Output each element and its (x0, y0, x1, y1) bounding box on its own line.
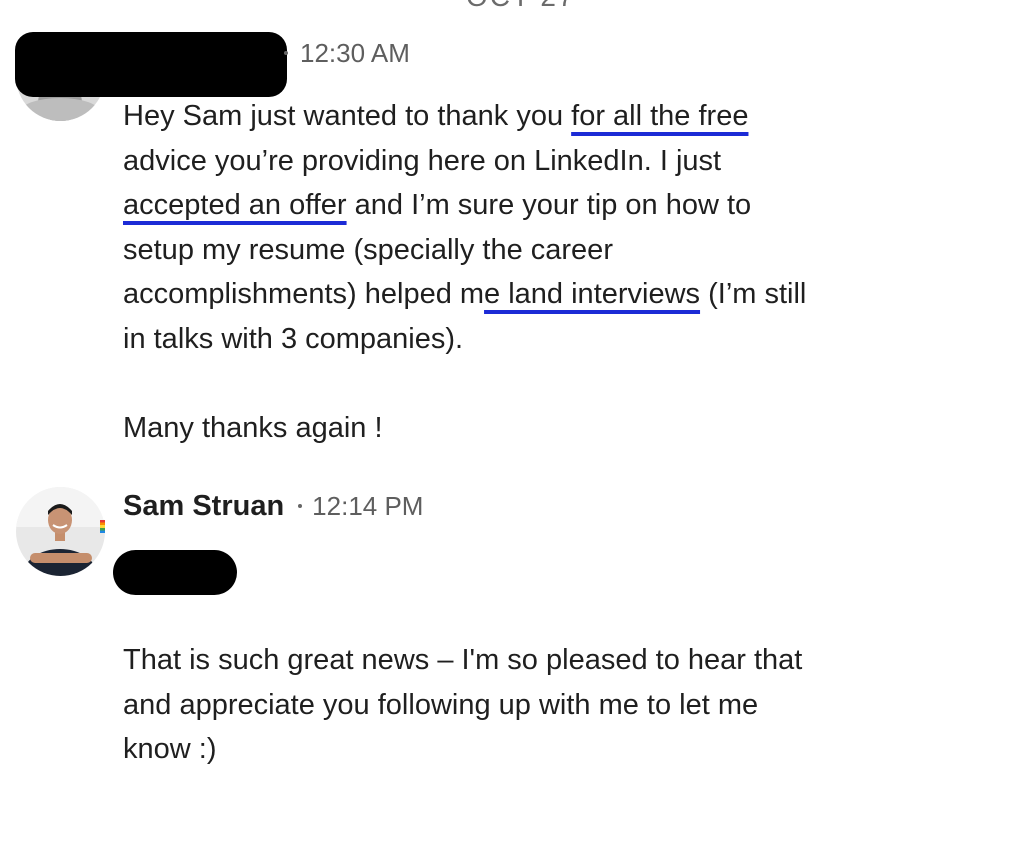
underlined-annotation: accepted an offer (123, 189, 347, 222)
message-header: Sam Struan 12:14 PM (123, 490, 423, 523)
separator-dot (284, 51, 288, 55)
pride-badge-icon (100, 520, 105, 533)
message-body: Hey Sam just wanted to thank you for all… (123, 94, 923, 451)
message-line: Hey Sam just wanted to thank you for all… (123, 94, 923, 139)
sender-avatar[interactable] (16, 487, 105, 576)
text-span: Hey Sam just wanted to thank you (123, 100, 572, 132)
date-divider: OCT 27 (466, 0, 576, 13)
sender-name[interactable]: Sam Struan (123, 490, 284, 523)
message-line: accomplishments) helped me land intervie… (123, 272, 923, 317)
message-line: setup my resume (specially the career (123, 233, 613, 266)
text-span: accomplishments) helped m (123, 278, 485, 311)
message-line: Many thanks again ! (123, 412, 383, 445)
redacted-sender-name (15, 32, 287, 97)
message-line: and appreciate you following up with me … (123, 688, 759, 721)
text-span: (I’m still (700, 278, 807, 311)
separator-dot (298, 504, 303, 508)
message-timestamp: 12:14 PM (312, 491, 424, 521)
message-line: accepted an offer and I’m sure your tip … (123, 183, 923, 228)
message-line: know :) (123, 733, 217, 766)
text-span: and I’m sure your tip on how to (346, 189, 752, 222)
underlined-annotation: e land interviews (484, 278, 701, 311)
message-timestamp: 12:30 AM (300, 38, 410, 68)
redacted-mention (113, 550, 237, 595)
avatar-photo (16, 487, 105, 576)
message-line: advice you’re providing here on LinkedIn… (123, 144, 722, 177)
message-body: That is such great news – I'm so pleased… (123, 638, 923, 772)
message-line: That is such great news – I'm so pleased… (123, 644, 803, 676)
message-line: in talks with 3 companies). (123, 322, 464, 355)
message-header: 12:30 AM (284, 38, 410, 69)
underlined-annotation: for all the free (571, 100, 749, 132)
